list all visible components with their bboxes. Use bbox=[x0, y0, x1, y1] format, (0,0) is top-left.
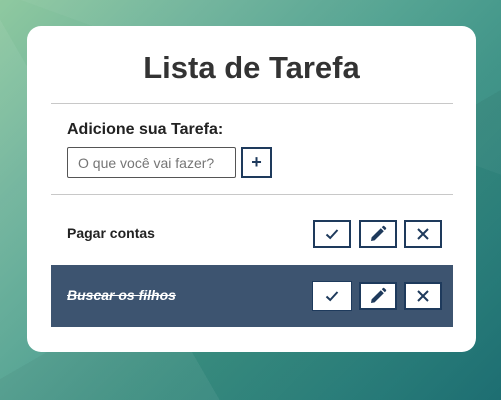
divider bbox=[51, 103, 453, 104]
check-icon bbox=[324, 226, 340, 242]
task-input[interactable] bbox=[67, 147, 236, 178]
done-button[interactable] bbox=[313, 282, 351, 310]
add-task-button[interactable]: + bbox=[241, 147, 272, 178]
divider bbox=[51, 194, 453, 195]
edit-button[interactable] bbox=[359, 282, 397, 310]
task-row: Pagar contas bbox=[51, 203, 453, 265]
task-row-done: Buscar os filhos bbox=[51, 265, 453, 327]
pencil-icon bbox=[369, 225, 387, 243]
task-text: Buscar os filhos bbox=[67, 287, 176, 303]
delete-button[interactable] bbox=[404, 282, 442, 310]
done-button[interactable] bbox=[313, 220, 351, 248]
check-icon bbox=[324, 288, 340, 304]
todo-card: Lista de Tarefa Adicione sua Tarefa: + P… bbox=[27, 26, 476, 352]
close-icon bbox=[416, 289, 430, 303]
task-text: Pagar contas bbox=[67, 225, 155, 241]
pencil-icon bbox=[369, 287, 387, 305]
page-title: Lista de Tarefa bbox=[143, 50, 360, 85]
delete-button[interactable] bbox=[404, 220, 442, 248]
add-task-label: Adicione sua Tarefa: bbox=[67, 121, 224, 138]
close-icon bbox=[416, 227, 430, 241]
edit-button[interactable] bbox=[359, 220, 397, 248]
